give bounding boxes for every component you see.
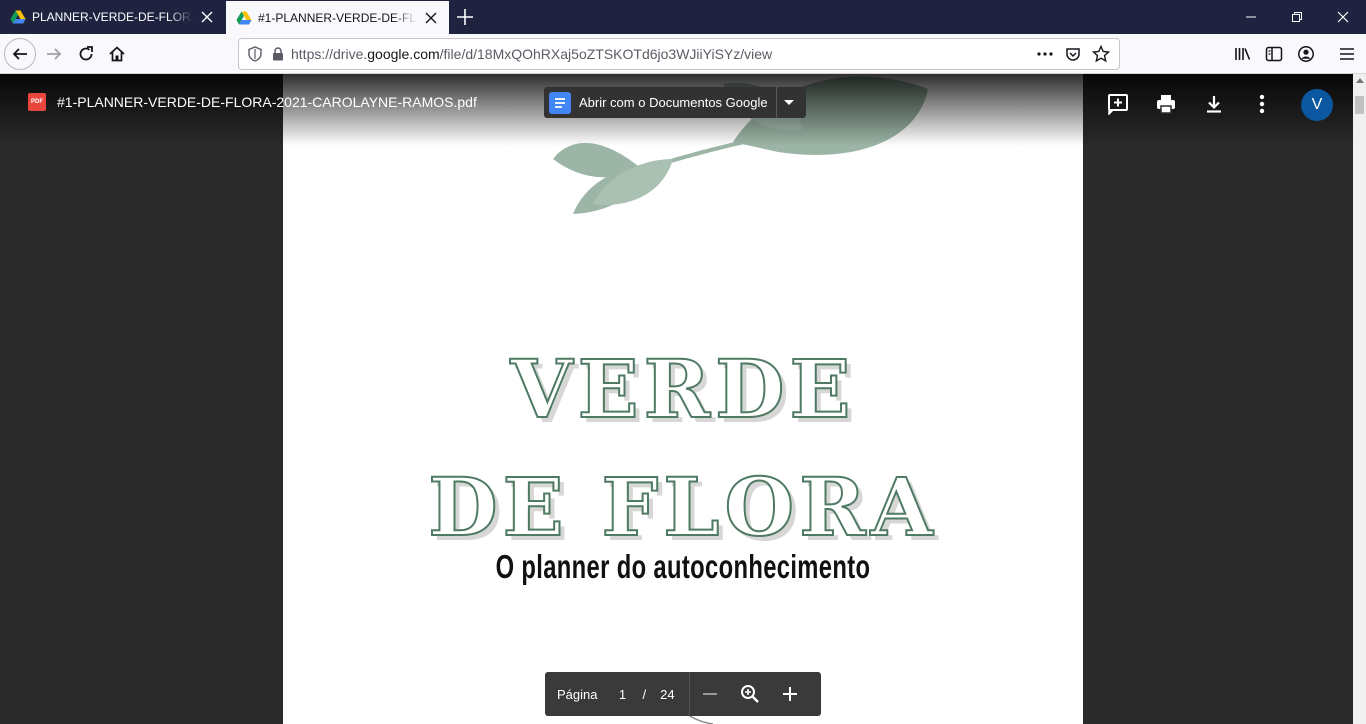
arrow-right-icon (47, 48, 62, 60)
zoom-in-button[interactable] (770, 672, 810, 716)
more-vert-icon (1259, 94, 1265, 114)
download-button[interactable] (1198, 88, 1230, 120)
scrollbar-thumb[interactable] (1355, 96, 1364, 114)
restore-button[interactable] (1274, 0, 1320, 34)
minus-icon (702, 693, 717, 695)
tab-strip: PLANNER-VERDE-DE-FLORA-2021 #1-PLANNER-V… (0, 0, 1366, 34)
close-icon (1337, 11, 1349, 23)
pocket-icon[interactable] (1059, 40, 1087, 68)
new-tab-icon[interactable] (452, 4, 478, 30)
document-subtitle: O planner do autoconhecimento (495, 548, 871, 585)
lock-icon[interactable] (269, 40, 287, 68)
viewer-header: PDF #1-PLANNER-VERDE-DE-FLORA-2021-CAROL… (0, 74, 1353, 146)
tab-pdf[interactable]: #1-PLANNER-VERDE-DE-FLORA-2021-CAROLAYNE… (226, 1, 449, 34)
open-with-label: Abrir com o Documentos Google (579, 95, 768, 110)
add-comment-icon (1108, 94, 1128, 115)
sidebar-icon (1265, 46, 1283, 62)
google-drive-icon (236, 11, 252, 24)
bookmark-star-icon[interactable] (1087, 40, 1115, 68)
menu-button[interactable] (1331, 38, 1363, 70)
library-icon (1235, 48, 1251, 60)
library-button[interactable] (1227, 38, 1259, 70)
url-path: /file/d/18MxQOhRXaj5oZTSKOTd6jo3WJiiYiSY… (439, 46, 773, 62)
close-tab-icon[interactable] (423, 10, 439, 26)
url-prefix: https://drive. (291, 46, 368, 62)
back-button[interactable] (4, 38, 36, 70)
address-bar[interactable]: https://drive.google.com/file/d/18MxQOhR… (238, 38, 1120, 70)
page-separator: / (642, 686, 647, 702)
scroll-up-icon[interactable] (1356, 78, 1364, 83)
plus-icon (782, 687, 797, 701)
caret-down-icon (784, 99, 795, 105)
sidebar-button[interactable] (1258, 38, 1290, 70)
more-actions-button[interactable] (1246, 88, 1278, 120)
google-docs-icon (549, 91, 571, 114)
tab-planner[interactable]: PLANNER-VERDE-DE-FLORA-2021 (0, 0, 225, 34)
close-window-button[interactable] (1320, 0, 1366, 34)
page-navigation-bar: Página 1 / 24 (545, 672, 821, 716)
url-actions (1031, 40, 1115, 68)
home-icon (109, 46, 125, 62)
print-button[interactable] (1150, 88, 1182, 120)
zoom-out-button[interactable] (690, 672, 730, 716)
tab-title: #1-PLANNER-VERDE-DE-FLORA-2021-CAROLAYNE… (258, 10, 417, 25)
navigation-bar: https://drive.google.com/file/d/18MxQOhR… (0, 34, 1366, 74)
minimize-icon (1246, 16, 1256, 18)
url-text[interactable]: https://drive.google.com/file/d/18MxQOhR… (291, 46, 772, 62)
hamburger-menu-icon (1340, 48, 1354, 60)
account-icon (1298, 46, 1314, 62)
page-label: Página (557, 686, 598, 702)
add-comment-button[interactable] (1102, 88, 1134, 120)
pdf-page: VERDE DE FLORA O planner do autoconhecim… (283, 74, 1083, 724)
page-number-input[interactable]: 1 (617, 687, 627, 702)
tab-title: PLANNER-VERDE-DE-FLORA-2021 (32, 10, 193, 24)
file-name: #1-PLANNER-VERDE-DE-FLORA-2021-CAROLAYNE… (57, 94, 477, 110)
page-actions-icon[interactable] (1031, 40, 1059, 68)
home-button[interactable] (101, 38, 133, 70)
scrollbar[interactable] (1353, 74, 1366, 724)
zoom-icon (740, 685, 759, 703)
open-with-dropdown[interactable] (777, 99, 802, 106)
zoom-fit-button[interactable] (730, 672, 770, 716)
download-icon (1207, 96, 1221, 113)
restore-icon (1292, 12, 1302, 22)
account-button[interactable] (1290, 38, 1322, 70)
tracking-shield-icon[interactable] (241, 40, 269, 68)
avatar[interactable]: V (1301, 89, 1333, 121)
open-with-button[interactable]: Abrir com o Documentos Google (544, 87, 806, 118)
google-drive-icon (10, 10, 26, 24)
file-info: PDF #1-PLANNER-VERDE-DE-FLORA-2021-CAROL… (28, 93, 477, 111)
close-tab-icon[interactable] (199, 9, 215, 25)
url-host: google.com (367, 46, 440, 62)
print-icon (1157, 95, 1175, 114)
document-title-line1: VERDE (510, 341, 856, 437)
page-total: 24 (660, 686, 675, 702)
reload-icon (79, 46, 93, 61)
arrow-left-icon (12, 48, 27, 60)
pdf-file-icon: PDF (28, 93, 46, 111)
forward-button[interactable] (38, 38, 70, 70)
document-title-line2: DE FLORA (427, 459, 938, 555)
reload-button[interactable] (70, 38, 102, 70)
minimize-button[interactable] (1228, 0, 1274, 34)
pdf-viewer: VERDE DE FLORA O planner do autoconhecim… (0, 74, 1353, 724)
